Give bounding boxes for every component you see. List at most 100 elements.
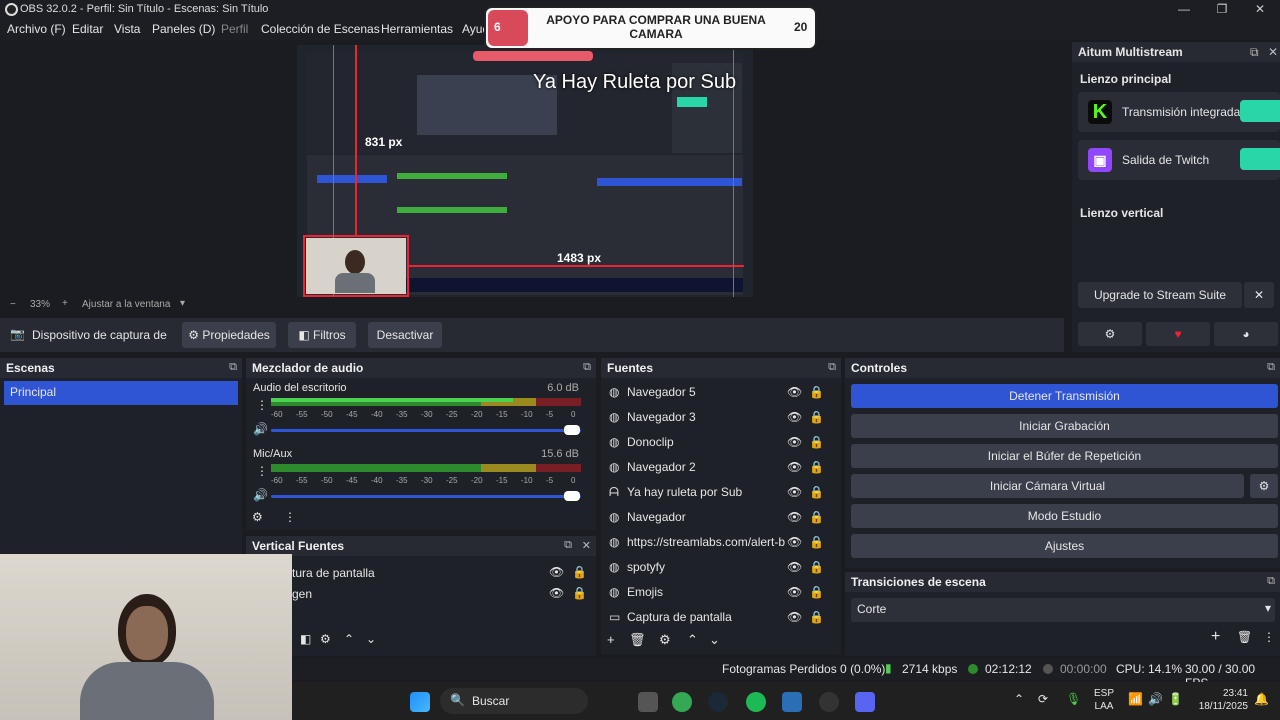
lock-icon[interactable]: 🔒 [572,565,587,579]
eye-icon[interactable]: 👁 [787,560,802,574]
source-item[interactable]: Captura de pantalla [627,606,793,628]
undock-icon[interactable]: ⧉ [1250,45,1259,60]
gear-icon[interactable]: ⚙ [659,632,671,648]
properties-button[interactable]: ⚙ Propiedades [182,322,276,348]
spotify-icon[interactable] [746,692,766,712]
vertical-source-item[interactable]: gen [292,583,590,605]
eye-icon[interactable]: 👁 [787,485,802,499]
move-down-icon[interactable]: ⌄ [709,632,720,648]
eye-icon[interactable]: 👁 [787,610,802,624]
refresh-icon[interactable]: ⟳ [1038,692,1048,706]
lock-icon[interactable]: 🔒 [809,610,824,624]
lock-icon[interactable]: 🔒 [809,435,824,449]
lock-icon[interactable]: 🔒 [809,510,824,524]
volume-handle-mic[interactable] [564,491,580,501]
channel-menu-icon[interactable]: ⋮ [256,398,268,412]
source-item[interactable]: Navegador [627,506,793,528]
virtual-camera-settings-icon[interactable]: ⚙ [1250,474,1278,498]
filter-icon[interactable]: ◧ [300,632,311,646]
deactivate-button[interactable]: Desactivar [368,322,442,348]
taskbar-search[interactable]: 🔍 Buscar [440,688,588,714]
scene-item-principal[interactable]: Principal [4,381,238,405]
menu-paneles[interactable]: Paneles (D) [152,22,215,36]
undock-icon[interactable]: ⧉ [1267,361,1275,374]
add-icon[interactable]: + [607,632,615,647]
close-button[interactable]: ✕ [1242,0,1278,20]
menu-herramientas[interactable]: Herramientas [381,22,453,36]
steam-icon[interactable] [708,692,728,712]
chrome-icon[interactable] [672,692,692,712]
undock-icon[interactable]: ⧉ [828,361,836,374]
advanced-audio-icon[interactable]: ⚙ [252,510,263,524]
filters-button[interactable]: ◧ Filtros [288,322,356,348]
discord-icon[interactable]: ◕ [1214,322,1278,346]
upgrade-button[interactable]: Upgrade to Stream Suite [1078,282,1242,308]
trash-icon[interactable]: 🗑 [1237,630,1252,644]
source-item[interactable]: Navegador 2 [627,456,793,478]
battery-icon[interactable]: 🔋 [1168,692,1183,706]
undock-icon[interactable]: ⧉ [564,539,572,552]
menu-archivo[interactable]: Archivo (F) [7,22,66,36]
chevron-down-icon[interactable]: ▾ [180,298,185,309]
add-icon[interactable]: + [1211,628,1220,646]
channel-menu-icon[interactable]: ⋮ [256,464,268,478]
source-item[interactable]: spotyfy [627,556,793,578]
zoom-out-icon[interactable]: − [10,299,16,310]
preview-canvas[interactable]: 831 px 1483 px Ya Hay Ruleta por Sub [297,45,753,297]
task-view-icon[interactable] [638,692,658,712]
zoom-in-icon[interactable]: + [62,298,68,309]
source-item[interactable]: Ya hay ruleta por Sub [627,481,793,503]
undock-icon[interactable]: ⧉ [1267,575,1275,588]
volume-slider-mic[interactable] [271,495,581,498]
windows-start-icon[interactable] [410,692,430,712]
clock[interactable]: 23:41 18/11/2025 [1190,687,1248,713]
eye-icon[interactable]: 👁 [787,385,802,399]
source-item[interactable]: Emojis [627,581,793,603]
lock-icon[interactable]: 🔒 [809,585,824,599]
eye-icon[interactable]: 👁 [549,565,564,579]
source-item[interactable]: https://streamlabs.com/alert-b [627,531,793,553]
source-item[interactable]: Navegador 5 [627,381,793,403]
move-up-icon[interactable]: ⌃ [687,632,698,648]
fit-window-label[interactable]: Ajustar a la ventana [82,299,170,310]
minimize-button[interactable]: — [1166,0,1202,20]
output-toggle-integrated[interactable] [1240,100,1280,122]
undock-icon[interactable]: ⧉ [229,361,237,374]
gear-icon[interactable]: ⚙ [1078,322,1142,346]
eye-icon[interactable]: 👁 [787,510,802,524]
photos-icon[interactable] [782,692,802,712]
transition-select[interactable]: Corte ▾ [851,598,1275,622]
mixer-menu-icon[interactable]: ⋮ [284,510,296,524]
speaker-icon[interactable]: 🔊 [253,422,268,436]
menu-ayuda[interactable]: Ayuda [462,22,484,36]
trash-icon[interactable]: 🗑 [629,632,646,648]
menu-editar[interactable]: Editar [72,22,103,36]
eye-icon[interactable]: 👁 [787,410,802,424]
lock-icon[interactable]: 🔒 [572,586,587,600]
menu-perfil[interactable]: Perfil [221,22,248,36]
wifi-icon[interactable]: 📶 [1128,692,1143,706]
start-virtual-camera-button[interactable]: Iniciar Cámara Virtual [851,474,1244,498]
gear-icon[interactable]: ⚙ [320,632,331,646]
speaker-icon[interactable]: 🔊 [253,488,268,502]
start-recording-button[interactable]: Iniciar Grabación [851,414,1278,438]
obs-taskbar-icon[interactable] [819,692,839,712]
stop-stream-button[interactable]: Detener Transmisión [851,384,1278,408]
close-icon[interactable]: ✕ [1244,282,1274,308]
eye-icon[interactable]: 👁 [787,460,802,474]
eye-icon[interactable]: 👁 [549,586,564,600]
volume-icon[interactable]: 🔊 [1148,692,1163,706]
eye-icon[interactable]: 👁 [787,435,802,449]
heart-icon[interactable]: ♥ [1146,322,1210,346]
lock-icon[interactable]: 🔒 [809,485,824,499]
lock-icon[interactable]: 🔒 [809,460,824,474]
source-item[interactable]: Navegador 3 [627,406,793,428]
close-icon[interactable]: ✕ [582,539,591,552]
tray-chevron-icon[interactable]: ⌃ [1014,692,1024,706]
discord-taskbar-icon[interactable] [855,692,875,712]
eye-icon[interactable]: 👁 [787,535,802,549]
menu-vista[interactable]: Vista [114,22,140,36]
move-up-icon[interactable]: ⌃ [344,632,354,646]
vertical-source-item[interactable]: tura de pantalla [292,562,590,584]
lock-icon[interactable]: 🔒 [809,385,824,399]
